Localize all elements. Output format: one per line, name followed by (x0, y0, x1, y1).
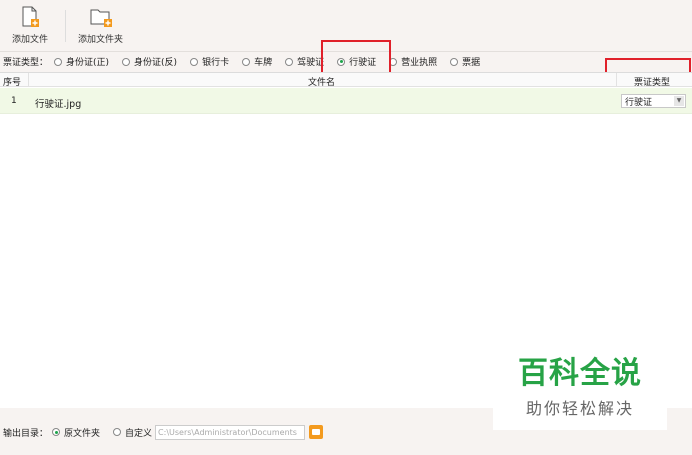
ticket-type-option[interactable]: 车牌 (242, 55, 272, 68)
radio-button-icon[interactable] (285, 57, 294, 66)
output-option-custom-label: 自定义 (125, 428, 153, 439)
add-folder-label: 添加文件夹 (78, 35, 124, 45)
output-path-field[interactable]: C:\Users\Administrator\Documents (155, 424, 306, 440)
add-file-label: 添加文件 (12, 35, 49, 45)
output-option-source[interactable]: 原文件夹 (52, 426, 100, 439)
column-header-filename: 文件名 (308, 78, 336, 88)
column-header-index: 序号 (3, 78, 22, 88)
output-directory-bar: 输出目录： 原文件夹 自定义 C:\Users\Administrator\Do… (0, 424, 324, 440)
ticket-type-option-label: 车牌 (254, 58, 273, 68)
output-option-custom[interactable]: 自定义 (113, 426, 152, 439)
ticket-type-option-label: 票据 (462, 58, 481, 68)
add-folder-button[interactable]: 添加文件夹 (78, 6, 123, 45)
add-folder-icon (90, 9, 112, 27)
ticket-type-option[interactable]: 票据 (450, 55, 480, 68)
radio-button-icon[interactable] (450, 57, 459, 66)
watermark-subtitle: 助你轻松解决 (525, 399, 634, 418)
radio-button-icon[interactable] (54, 57, 63, 66)
ticket-type-label: 票证类型： (3, 58, 49, 68)
row-type-select[interactable]: 行驶证 ▼ (621, 94, 686, 108)
column-divider (28, 73, 29, 87)
table-row[interactable]: 1 行驶证.jpg 行驶证 ▼ (0, 88, 692, 114)
row-type-value: 行驶证 (625, 97, 653, 108)
add-file-icon (22, 6, 39, 27)
toolbar-divider (65, 10, 66, 42)
dropdown-arrow-icon[interactable]: ▼ (674, 96, 684, 106)
ticket-type-option-label: 身份证(反) (134, 58, 178, 68)
radio-button-icon[interactable] (52, 428, 61, 436)
table-header: 序号 文件名 票证类型 (0, 73, 692, 88)
radio-button-icon[interactable] (113, 428, 122, 436)
radio-button-icon[interactable] (242, 57, 251, 66)
ticket-type-option-label: 身份证(正) (66, 58, 110, 68)
output-directory-label: 输出目录： (3, 428, 49, 439)
radio-button-icon[interactable] (190, 57, 199, 66)
column-divider (616, 73, 617, 87)
ticket-type-option[interactable]: 银行卡 (190, 55, 229, 68)
ticket-type-option-label: 银行卡 (202, 58, 230, 68)
row-filename: 行驶证.jpg (35, 99, 82, 110)
ticket-type-option[interactable]: 身份证(反) (122, 55, 177, 68)
watermark-logo: 百科全说 助你轻松解决 (493, 346, 667, 430)
watermark-title: 百科全说 (518, 356, 642, 391)
ticket-type-option[interactable]: 驾驶证 (285, 55, 324, 68)
output-option-source-label: 原文件夹 (64, 428, 101, 439)
browse-folder-icon[interactable] (309, 425, 324, 439)
radio-button-icon[interactable] (122, 57, 131, 66)
add-file-button[interactable]: 添加文件 (12, 6, 48, 45)
ticket-type-option[interactable]: 身份证(正) (54, 55, 109, 68)
column-header-type: 票证类型 (634, 78, 671, 88)
ticket-type-option-label: 营业执照 (401, 58, 438, 68)
ticket-type-option[interactable]: 营业执照 (389, 55, 437, 68)
row-index: 1 (11, 96, 17, 106)
